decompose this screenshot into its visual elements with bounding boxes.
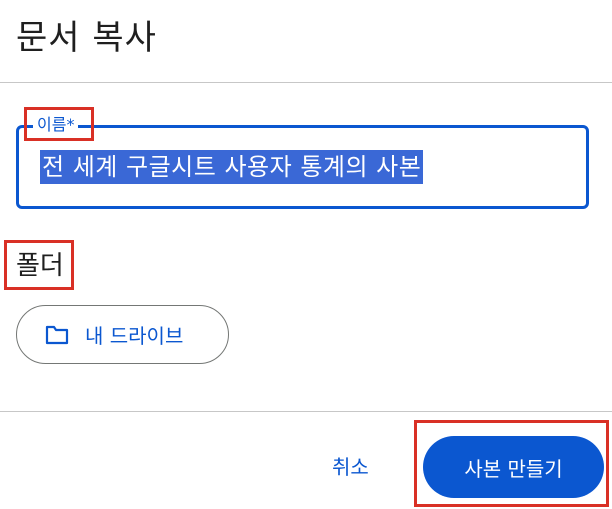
header-divider <box>0 82 612 83</box>
folder-heading-highlight <box>4 240 74 290</box>
cancel-button[interactable]: 취소 <box>332 451 369 480</box>
dialog-title: 문서 복사 <box>16 18 157 58</box>
footer-divider <box>0 411 612 412</box>
folder-select-label: 내 드라이브 <box>85 324 184 348</box>
folder-icon <box>45 325 69 345</box>
name-input-value[interactable]: 전 세계 구글시트 사용자 통계의 사본 <box>40 150 424 184</box>
name-label-highlight <box>24 107 94 141</box>
folder-select-button[interactable]: 내 드라이브 <box>16 305 229 364</box>
create-copy-highlight <box>414 420 609 507</box>
